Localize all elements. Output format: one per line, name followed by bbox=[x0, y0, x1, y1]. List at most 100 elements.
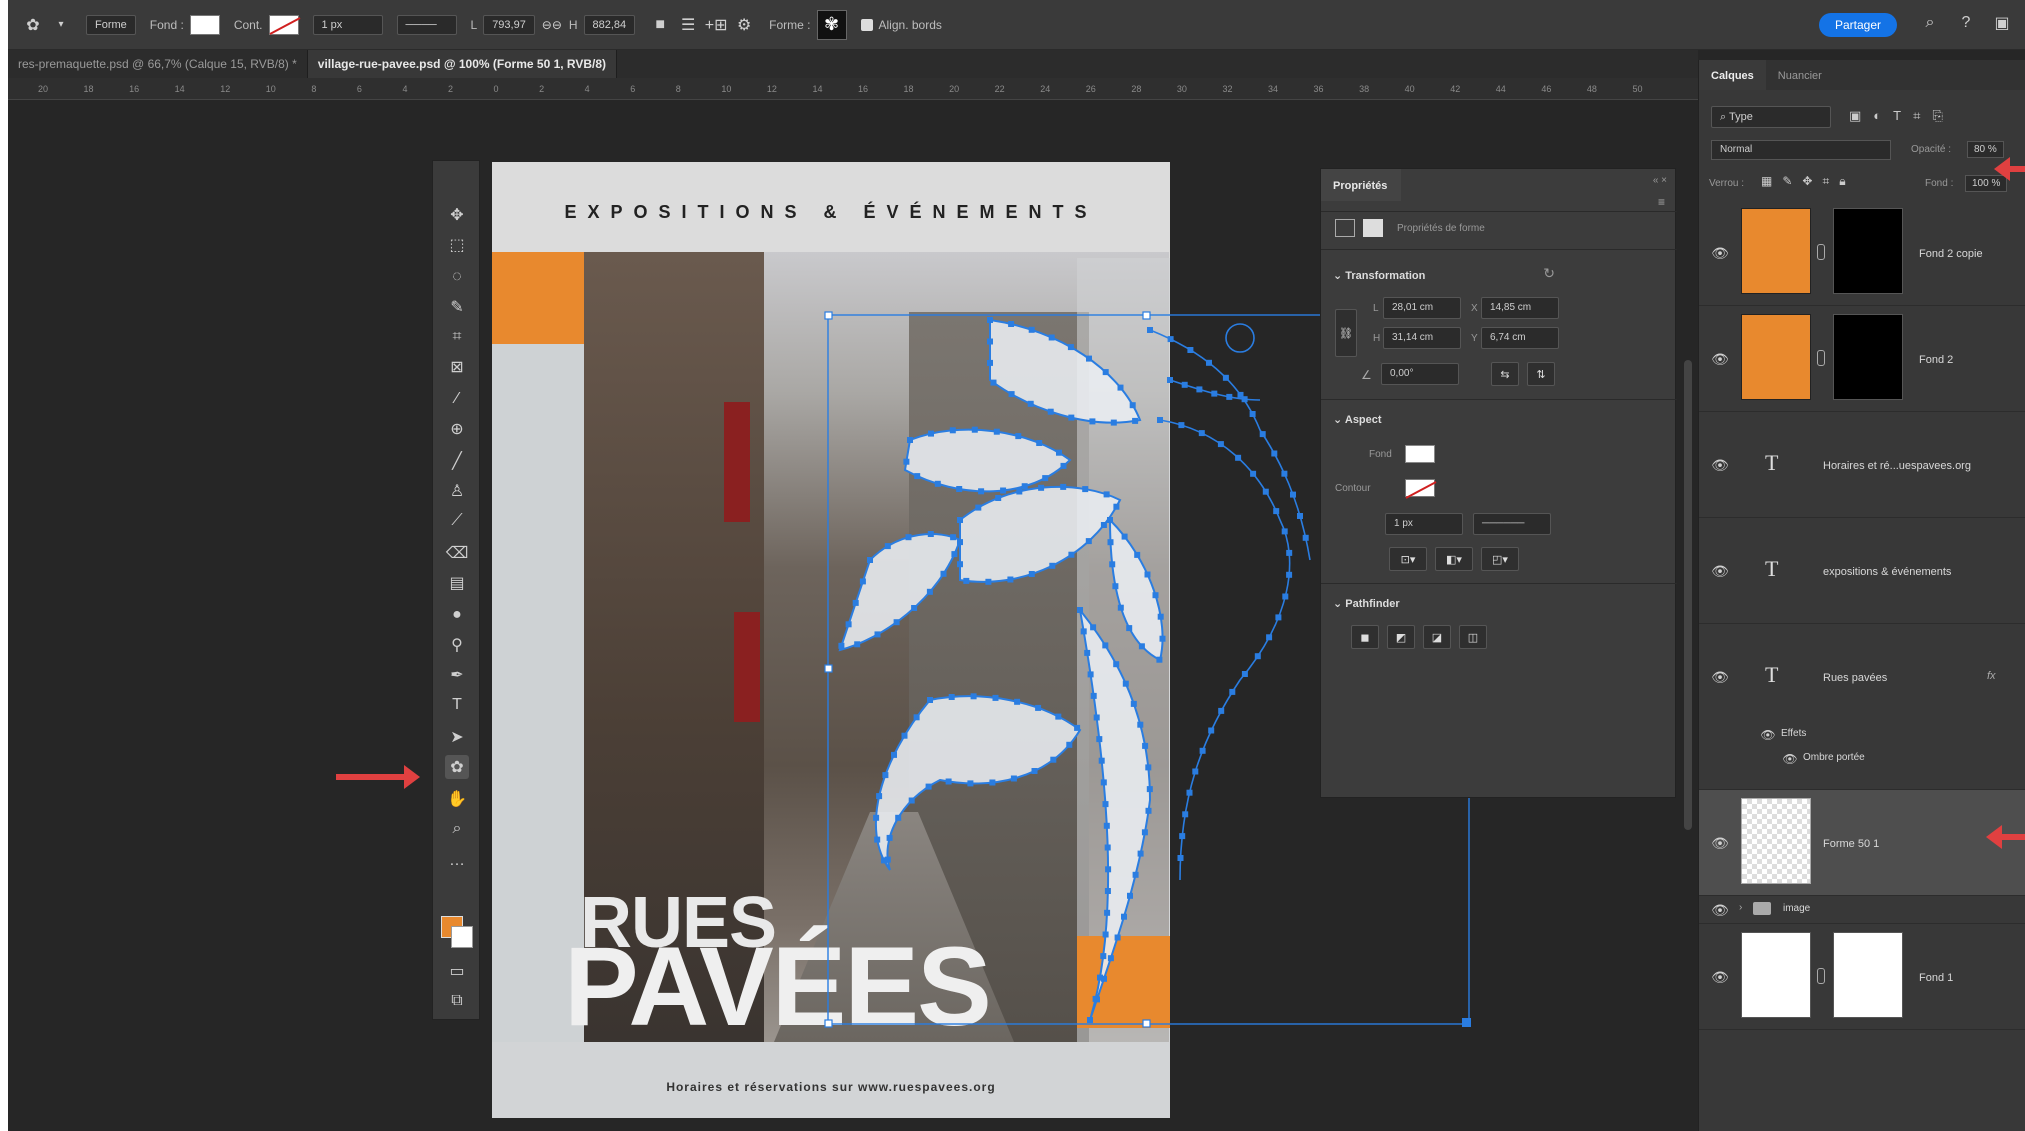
workspace-icon[interactable]: ▣ bbox=[1991, 12, 2013, 34]
dodge-tool-icon[interactable]: ⚲ bbox=[445, 633, 469, 657]
width-field[interactable]: 793,97 bbox=[483, 14, 535, 35]
stroke-swatch[interactable] bbox=[268, 14, 299, 35]
tool-mode-select[interactable]: Forme bbox=[86, 14, 136, 35]
layer-name[interactable]: Fond 1 bbox=[1919, 972, 1953, 984]
pen-tool-icon[interactable]: ✒ bbox=[445, 663, 469, 687]
layer-name[interactable]: Fond 2 bbox=[1919, 354, 1953, 366]
layer-name[interactable]: Horaires et ré...uespavees.org bbox=[1823, 460, 1971, 472]
layer-row[interactable]: 👁︎ Fond 1 bbox=[1699, 924, 2025, 1030]
layer-row-selected[interactable]: 👁︎ Forme 50 1 bbox=[1699, 790, 2025, 896]
stamp-tool-icon[interactable]: ♙ bbox=[445, 479, 469, 503]
visibility-eye-icon[interactable]: 👁︎ bbox=[1711, 668, 1729, 686]
mask-link-icon[interactable] bbox=[1817, 968, 1825, 984]
path-arrangement-icon[interactable]: +⊞ bbox=[705, 14, 728, 36]
lock-brush-icon[interactable]: ✎ bbox=[1782, 174, 1792, 189]
stroke-width-input[interactable]: 1 px bbox=[1385, 513, 1463, 535]
brush-tool-icon[interactable]: ╱ bbox=[445, 449, 469, 473]
frame-tool-icon[interactable]: ⊠ bbox=[445, 355, 469, 379]
x-input[interactable]: 14,85 cm bbox=[1481, 297, 1559, 319]
healing-tool-icon[interactable]: ⊕ bbox=[445, 417, 469, 441]
hand-tool-icon[interactable]: ✋ bbox=[445, 787, 469, 811]
path-selection-tool-icon[interactable]: ➤ bbox=[445, 725, 469, 749]
crop-tool-icon[interactable]: ⌗ bbox=[445, 325, 469, 349]
flip-vertical-icon[interactable]: ⇅ bbox=[1527, 362, 1555, 386]
quick-selection-tool-icon[interactable]: ✎ bbox=[445, 295, 469, 319]
path-alignment-icon[interactable]: ☰ bbox=[677, 14, 699, 36]
tab-layers[interactable]: Calques bbox=[1699, 60, 1766, 90]
tab-premaquette[interactable]: res-premaquette.psd @ 66,7% (Calque 15, … bbox=[8, 50, 308, 78]
layer-filter-select[interactable]: ⌕ Type bbox=[1711, 106, 1831, 128]
gradient-tool-icon[interactable]: ▤ bbox=[445, 571, 469, 595]
path-operations-icon[interactable]: ■ bbox=[649, 14, 671, 36]
pathfinder-intersect-icon[interactable]: ◪ bbox=[1423, 625, 1451, 649]
visibility-eye-icon[interactable]: 👁︎ bbox=[1711, 834, 1729, 852]
fx-icon[interactable]: fx bbox=[1987, 670, 1996, 682]
gear-icon[interactable]: ⚙ bbox=[733, 14, 755, 36]
layer-name[interactable]: expositions & événements bbox=[1823, 566, 1951, 578]
screen-mode-icon[interactable]: ⧉ bbox=[445, 989, 469, 1013]
transformation-section[interactable]: ⌄ Transformation bbox=[1333, 269, 1425, 282]
fill-swatch[interactable] bbox=[189, 14, 220, 35]
eraser-tool-icon[interactable]: ⌫ bbox=[445, 541, 469, 565]
effects-label[interactable]: Effets bbox=[1781, 728, 1806, 739]
search-icon[interactable]: ⌕ bbox=[1919, 12, 1941, 34]
visibility-eye-icon[interactable]: 👁︎ bbox=[1711, 968, 1729, 986]
mask-icon[interactable] bbox=[1363, 219, 1383, 237]
y-input[interactable]: 6,74 cm bbox=[1481, 327, 1559, 349]
blend-mode-select[interactable]: Normal bbox=[1711, 140, 1891, 160]
pathfinder-unite-icon[interactable]: ◼ bbox=[1351, 625, 1379, 649]
chevron-right-icon[interactable]: › bbox=[1739, 902, 1742, 913]
filter-smart-object-icon[interactable]: ⎘ bbox=[1932, 108, 1942, 124]
height-input[interactable]: 31,14 cm bbox=[1383, 327, 1461, 349]
stroke-width-field[interactable]: 1 px bbox=[312, 14, 383, 35]
link-dimensions-icon[interactable]: ⛓ bbox=[1335, 309, 1357, 357]
layer-name[interactable]: Fond 2 copie bbox=[1919, 248, 1983, 260]
share-button[interactable]: Partager bbox=[1818, 13, 1897, 37]
filter-type-icon[interactable]: T bbox=[1893, 108, 1901, 124]
blur-tool-icon[interactable]: ● bbox=[445, 603, 469, 627]
lock-all-icon[interactable]: 🔒︎ bbox=[1839, 174, 1845, 189]
height-field[interactable]: 882,84 bbox=[583, 14, 636, 35]
stroke-cap-icon[interactable]: ◧▾ bbox=[1435, 547, 1473, 571]
eyedropper-tool-icon[interactable]: ⁄ bbox=[445, 387, 469, 411]
layer-row[interactable]: 👁︎ Fond 2 bbox=[1699, 306, 2025, 412]
flip-horizontal-icon[interactable]: ⇆ bbox=[1491, 362, 1519, 386]
pathfinder-section[interactable]: ⌄ Pathfinder bbox=[1333, 597, 1400, 610]
visibility-eye-icon[interactable]: 👁︎ bbox=[1711, 244, 1729, 262]
aspect-section[interactable]: ⌄ Aspect bbox=[1333, 413, 1382, 426]
pathfinder-subtract-icon[interactable]: ◩ bbox=[1387, 625, 1415, 649]
tab-properties[interactable]: Propriétés bbox=[1321, 169, 1401, 201]
layer-name[interactable]: Rues pavées bbox=[1823, 672, 1887, 684]
opacity-input[interactable]: 80 % bbox=[1967, 141, 2004, 158]
width-input[interactable]: 28,01 cm bbox=[1383, 297, 1461, 319]
group-row[interactable]: 👁︎ › image bbox=[1699, 896, 2025, 924]
filter-pixel-icon[interactable]: ▣ bbox=[1849, 108, 1861, 124]
document-canvas[interactable]: EXPOSITIONS & ÉVÉNEMENTS RUES PAVÉES Hor… bbox=[492, 162, 1170, 1118]
visibility-eye-icon[interactable]: 👁︎ bbox=[1711, 901, 1729, 919]
type-tool-icon[interactable]: T bbox=[445, 693, 469, 717]
layer-name[interactable]: Forme 50 1 bbox=[1823, 838, 1879, 850]
more-tools-icon[interactable]: … bbox=[445, 849, 469, 873]
drop-shadow-label[interactable]: Ombre portée bbox=[1803, 752, 1865, 763]
quick-mask-icon[interactable]: ▭ bbox=[445, 959, 469, 983]
mask-link-icon[interactable] bbox=[1817, 350, 1825, 366]
canvas-scrollbar[interactable] bbox=[1684, 360, 1692, 830]
custom-shape-tool-icon[interactable]: ✿ bbox=[445, 755, 469, 779]
help-icon[interactable]: ? bbox=[1955, 12, 1977, 34]
lock-move-icon[interactable]: ✥ bbox=[1802, 174, 1812, 189]
layer-row[interactable]: 👁︎ T Rues pavées fx 👁︎ Effets 👁︎ Ombre p… bbox=[1699, 624, 2025, 790]
visibility-eye-icon[interactable]: 👁︎ bbox=[1711, 350, 1729, 368]
angle-input[interactable]: 0,00° bbox=[1381, 363, 1459, 385]
panel-menu-icon[interactable]: ≡ bbox=[1658, 195, 1665, 209]
custom-shape-tool-icon[interactable]: ✿ ▾ bbox=[22, 14, 72, 36]
layer-name[interactable]: image bbox=[1783, 903, 1810, 914]
stroke-style-select[interactable]: ────── bbox=[1473, 513, 1551, 535]
tab-swatches[interactable]: Nuancier bbox=[1766, 60, 1834, 90]
move-tool-icon[interactable]: ✥ bbox=[445, 203, 469, 227]
stroke-type-select[interactable]: ──── bbox=[396, 14, 457, 35]
layer-row[interactable]: 👁︎ T expositions & événements bbox=[1699, 518, 2025, 624]
tab-village-rue-pavee[interactable]: village-rue-pavee.psd @ 100% (Forme 50 1… bbox=[307, 50, 618, 78]
zoom-tool-icon[interactable]: ⌕ bbox=[445, 817, 469, 841]
stroke-corner-icon[interactable]: ◰▾ bbox=[1481, 547, 1519, 571]
drop-shadow-eye-icon[interactable]: 👁︎ bbox=[1781, 750, 1799, 768]
